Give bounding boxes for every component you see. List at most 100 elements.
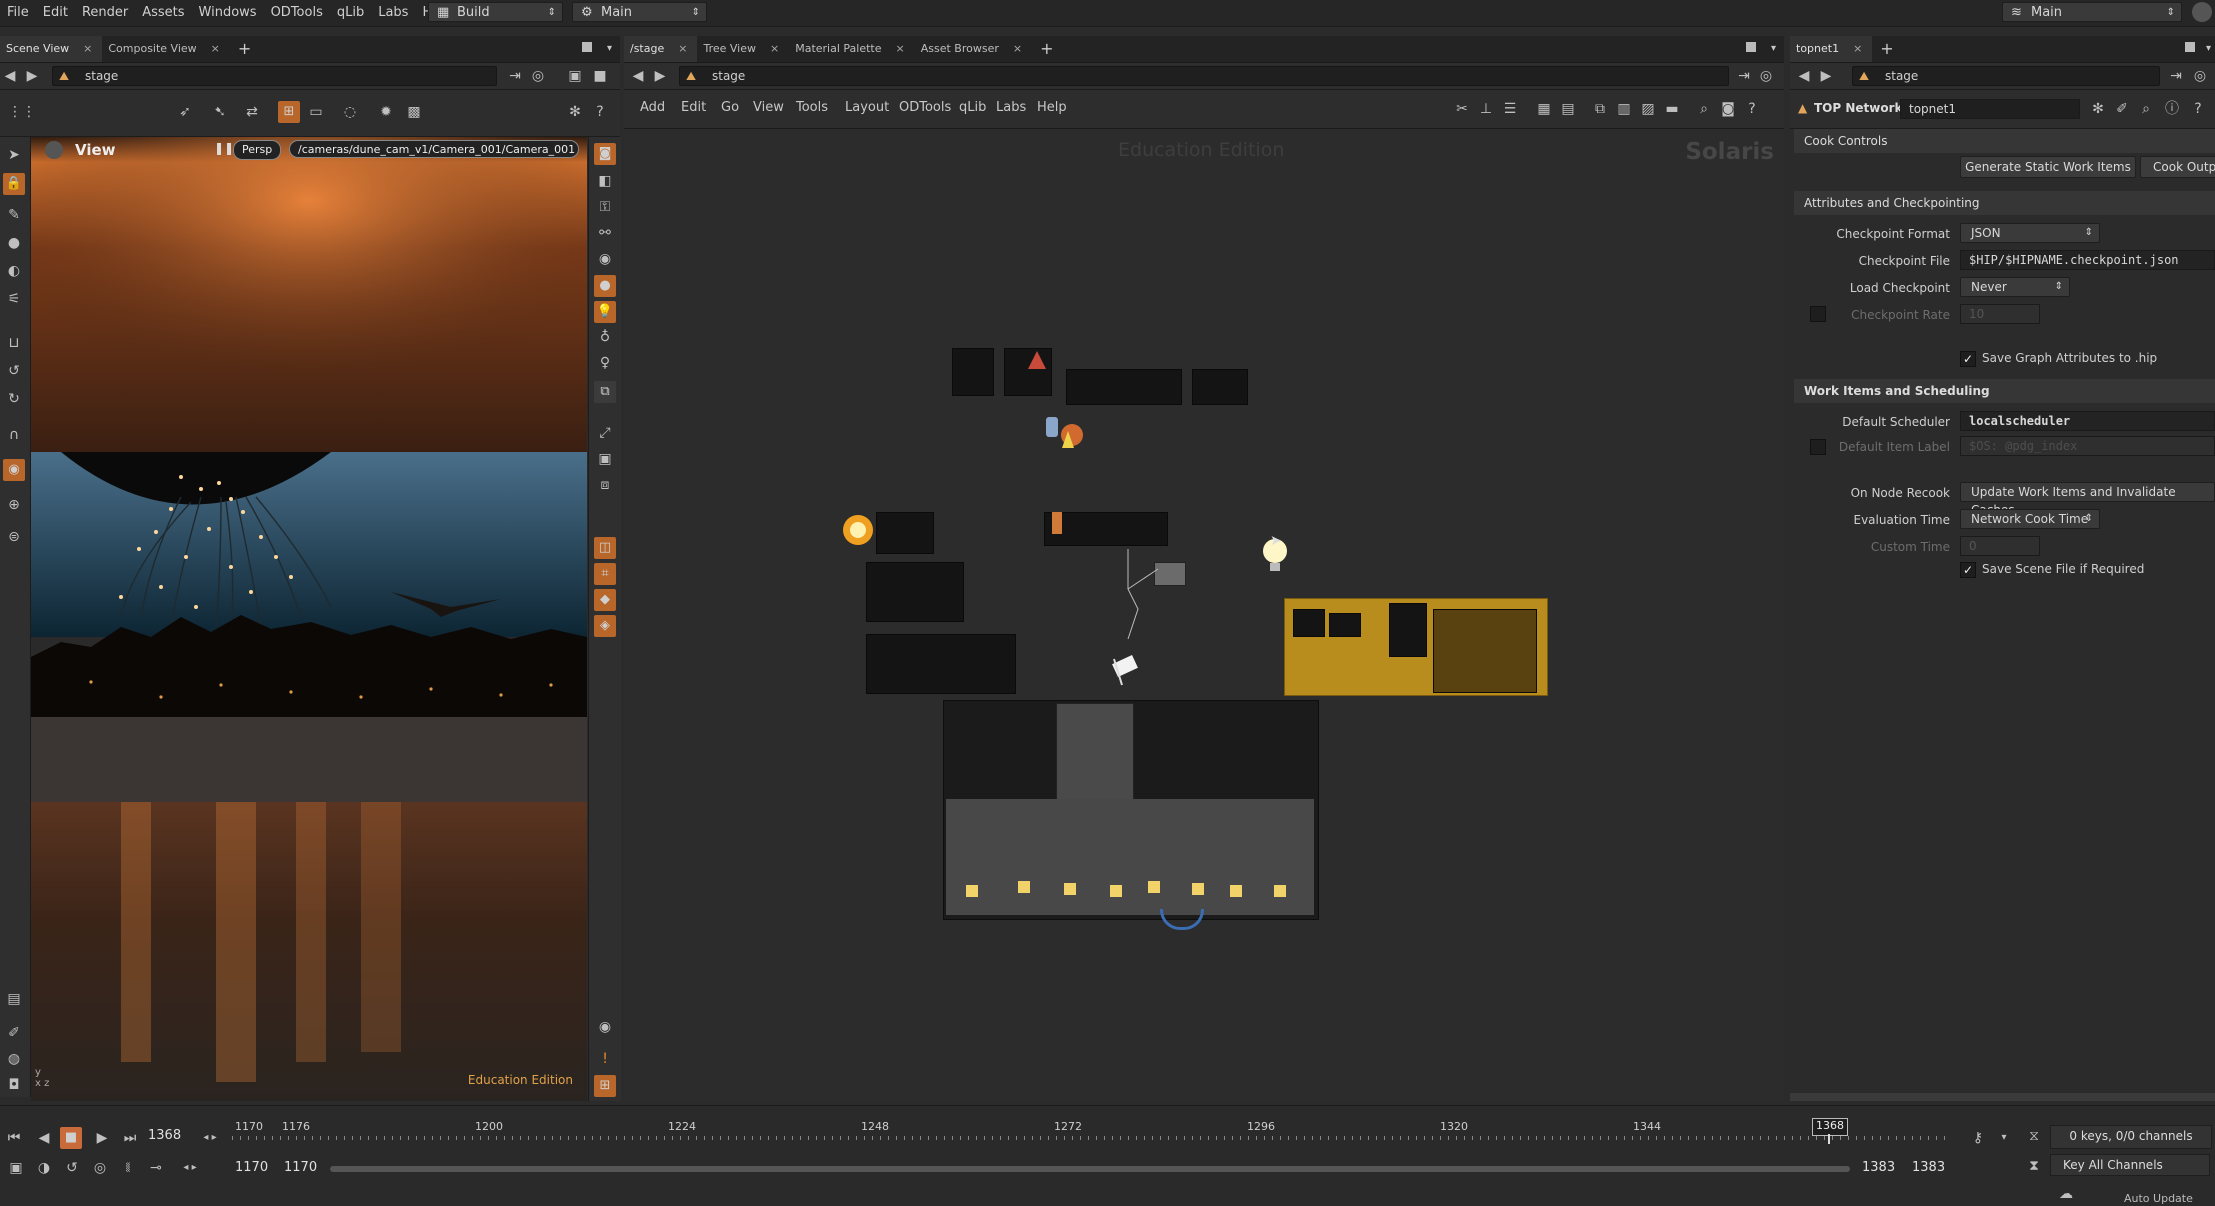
- visualize-icon[interactable]: ◉: [3, 459, 25, 481]
- network-subbox[interactable]: [946, 799, 1314, 915]
- tab-stage[interactable]: /stage ×: [624, 36, 698, 62]
- eye-icon[interactable]: ◉: [595, 1017, 615, 1037]
- context-dropdown[interactable]: ⚙ Main ⇕: [572, 2, 707, 22]
- transform-tool-icon[interactable]: ➷: [210, 102, 230, 122]
- camera-menu[interactable]: Persp: [233, 140, 282, 160]
- tab-topnet1[interactable]: topnet1 ×: [1790, 36, 1873, 62]
- network-box[interactable]: [1004, 348, 1052, 396]
- play-icon[interactable]: ▶: [92, 1128, 112, 1148]
- frame-marker[interactable]: 1368: [1812, 1118, 1848, 1136]
- network-box[interactable]: [866, 562, 964, 622]
- network-icon[interactable]: ⧉: [1590, 99, 1610, 119]
- bulb-icon[interactable]: ♁: [595, 327, 615, 347]
- grid-outline-icon[interactable]: ▤: [1558, 99, 1578, 119]
- lock-icon[interactable]: ⚿: [595, 197, 615, 217]
- link-icon[interactable]: ◎: [1756, 66, 1776, 86]
- generate-static-work-items-button[interactable]: Generate Static Work Items: [1960, 156, 2136, 178]
- cube-icon[interactable]: ▣: [565, 66, 585, 86]
- menu-qlib[interactable]: qLib: [959, 100, 986, 115]
- eraser-icon[interactable]: ◍: [4, 1049, 24, 1069]
- realtime-icon[interactable]: ▣: [6, 1158, 26, 1178]
- audio-icon[interactable]: ◑: [34, 1158, 54, 1178]
- range-icon[interactable]: ⊸: [146, 1158, 166, 1178]
- forward-arrow-icon[interactable]: ▶: [22, 66, 42, 86]
- fire-node-icon[interactable]: [840, 512, 876, 548]
- camera-icon[interactable]: ◘: [4, 1075, 24, 1095]
- cylinder-icon[interactable]: ⊜: [4, 527, 24, 547]
- help-icon[interactable]: ?: [1742, 99, 1762, 119]
- target-icon[interactable]: ◎: [90, 1158, 110, 1178]
- pin-icon[interactable]: ⇥: [2166, 66, 2186, 86]
- diamond-filled-icon[interactable]: ◈: [594, 615, 616, 637]
- light-rig-icon[interactable]: ✹: [376, 102, 396, 122]
- end-frame-field[interactable]: 1383: [1912, 1160, 1945, 1175]
- jump-end-icon[interactable]: ⏭: [120, 1128, 140, 1148]
- play-render-icon[interactable]: ▣: [595, 449, 615, 469]
- forward-arrow-icon[interactable]: ▶: [1816, 66, 1836, 86]
- blend-icon[interactable]: ◐: [4, 261, 24, 281]
- key-channels-icon[interactable]: ⧗: [2024, 1156, 2044, 1176]
- settings-gear-icon[interactable]: ✻: [565, 102, 585, 122]
- brush-icon[interactable]: ✐: [2112, 99, 2132, 119]
- checkpoint-rate-field[interactable]: 10: [1960, 304, 2040, 324]
- display-icon[interactable]: ▭: [306, 102, 326, 122]
- network-box[interactable]: [876, 512, 934, 554]
- headlight-icon[interactable]: ◉: [595, 249, 615, 269]
- search-icon[interactable]: ⌕: [1694, 99, 1714, 119]
- menu-add[interactable]: Add: [640, 100, 665, 115]
- start-frame-field[interactable]: 1170: [235, 1160, 268, 1175]
- tab-scene-view[interactable]: Scene View ×: [0, 36, 103, 62]
- grid-menu-icon[interactable]: ⋮⋮: [8, 102, 36, 122]
- attributes-section[interactable]: Attributes and Checkpointing: [1794, 191, 2215, 215]
- camera-path[interactable]: /cameras/dune_cam_v1/Camera_001/Camera_0…: [289, 140, 579, 158]
- maximize-icon[interactable]: [582, 42, 592, 52]
- link-icon[interactable]: ⚯: [595, 223, 615, 243]
- diamond-icon[interactable]: ◆: [594, 589, 616, 611]
- maximize-icon[interactable]: [1746, 42, 1756, 52]
- on-node-recook-dropdown[interactable]: Update Work Items and Invalidate Caches: [1960, 482, 2215, 517]
- save-scene-checkbox[interactable]: ✓: [1960, 562, 1976, 578]
- add-tab-icon[interactable]: +: [230, 36, 259, 62]
- menu-qlib[interactable]: qLib: [330, 0, 371, 26]
- help-icon[interactable]: ?: [590, 102, 610, 122]
- pin-icon[interactable]: ⇥: [505, 66, 525, 86]
- note-icon[interactable]: ▥: [1614, 99, 1634, 119]
- menu-odtools[interactable]: ODTools: [899, 100, 951, 115]
- jump-start-icon[interactable]: ⏮: [4, 1128, 24, 1148]
- horizontal-scrollbar[interactable]: [1790, 1093, 2215, 1101]
- grid-icon[interactable]: ▦: [1534, 99, 1554, 119]
- lasso-icon[interactable]: ↺: [4, 361, 24, 381]
- key-icon[interactable]: ⚷: [1968, 1128, 1988, 1148]
- close-icon[interactable]: ×: [896, 42, 905, 55]
- network-box[interactable]: [1066, 369, 1182, 405]
- chevron-down-icon[interactable]: ▾: [2206, 36, 2211, 62]
- sphere-icon[interactable]: ●: [594, 275, 616, 297]
- network-canvas[interactable]: Education Edition Solaris ➤: [624, 129, 1784, 1101]
- menu-render[interactable]: Render: [75, 0, 135, 26]
- folder-icon[interactable]: ▬: [1662, 99, 1682, 119]
- chevron-down-icon[interactable]: ▾: [607, 36, 612, 62]
- flag-node-icon[interactable]: [1106, 649, 1146, 689]
- large-network-box[interactable]: [943, 700, 1319, 920]
- close-icon[interactable]: ×: [211, 42, 220, 55]
- play-reverse-icon[interactable]: ◀: [34, 1128, 54, 1148]
- desktop-dropdown[interactable]: ▦ Build ⇕: [428, 2, 563, 22]
- tab-composite-view[interactable]: Composite View ×: [102, 36, 230, 62]
- layers-icon[interactable]: ⧈: [595, 475, 615, 495]
- menu-edit[interactable]: Edit: [36, 0, 75, 26]
- lock-tool-icon[interactable]: 🔒: [3, 173, 25, 195]
- load-checkpoint-dropdown[interactable]: Never ⇕: [1960, 277, 2070, 297]
- shader-node-icon[interactable]: [1042, 413, 1092, 453]
- add-tab-icon[interactable]: +: [1032, 36, 1061, 62]
- link-icon[interactable]: ◎: [528, 66, 548, 86]
- menu-file[interactable]: File: [0, 0, 36, 26]
- menu-go[interactable]: Go: [721, 100, 739, 115]
- close-icon[interactable]: ×: [83, 42, 92, 55]
- warning-icon[interactable]: !: [595, 1049, 615, 1069]
- step-icon[interactable]: ◂ ▸: [200, 1128, 220, 1148]
- work-items-section[interactable]: Work Items and Scheduling: [1794, 379, 2215, 403]
- square-icon[interactable]: ■: [590, 66, 610, 86]
- cook-controls-section[interactable]: Cook Controls: [1794, 129, 2215, 153]
- cook-output-button[interactable]: Cook Outp: [2140, 156, 2215, 178]
- menu-tools[interactable]: Tools: [796, 100, 828, 115]
